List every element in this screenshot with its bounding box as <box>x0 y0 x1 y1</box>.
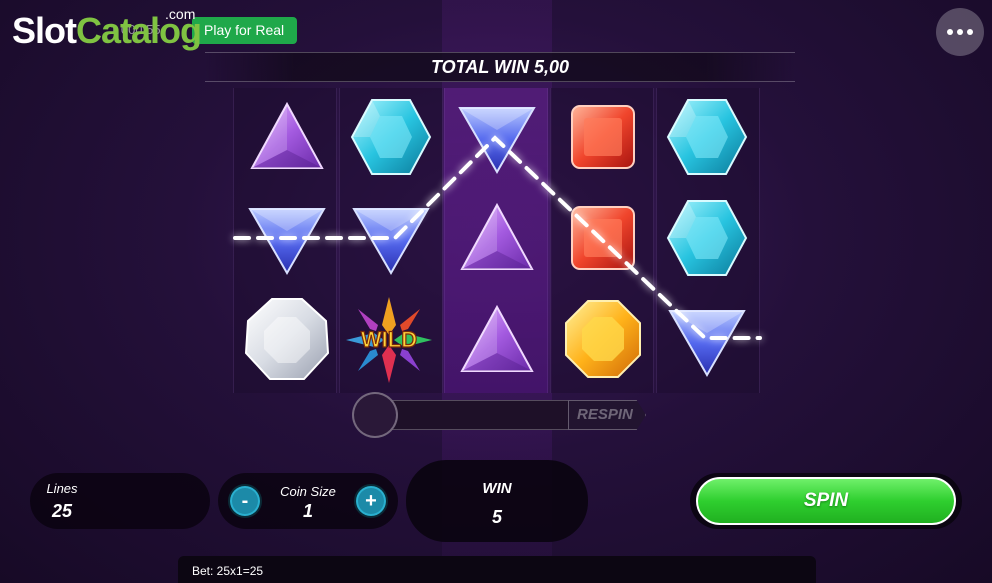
purple-triangle-gem-icon <box>242 92 332 182</box>
spin-button[interactable]: SPIN <box>696 477 956 525</box>
lines-panel: Lines 25 <box>30 473 210 529</box>
cyan-hexagon-gem-icon <box>346 92 436 182</box>
red-square-gem-icon <box>558 92 648 182</box>
purple-triangle-gem-icon <box>452 295 542 385</box>
lines-value: 25 <box>51 501 73 521</box>
respin-button[interactable]: RESPIN <box>568 400 646 430</box>
blue-inverted-triangle-gem-icon <box>452 92 542 182</box>
white-diamond-gem-icon <box>242 295 332 385</box>
brand-logo-slot: Slot <box>12 10 77 51</box>
orange-octagon-gem-icon <box>558 295 648 385</box>
win-label: WIN <box>482 480 512 497</box>
wild-symbol-icon: WILD <box>344 295 434 385</box>
respin-knob[interactable] <box>352 392 398 438</box>
respin-control[interactable]: RESPIN <box>352 392 652 438</box>
coin-size-value: 1 <box>302 501 313 521</box>
win-panel: WIN 5 <box>406 460 588 542</box>
bet-text: Bet: 25x1=25 <box>192 564 264 578</box>
bet-info-bar: Bet: 25x1=25 <box>178 556 816 583</box>
coin-size-minus-button[interactable]: - <box>228 484 262 518</box>
brand-logo-com: .com <box>165 6 196 22</box>
blue-inverted-triangle-gem-icon <box>662 295 752 385</box>
blue-inverted-triangle-gem-icon <box>242 193 332 283</box>
slot-game-screen: 1 000.55 Play for Real Slot Catalog .com… <box>0 0 992 583</box>
cyan-hexagon-gem-icon <box>662 193 752 283</box>
cyan-hexagon-gem-icon <box>662 92 752 182</box>
red-square-gem-icon <box>558 193 648 283</box>
purple-triangle-gem-icon <box>452 193 542 283</box>
win-value: 5 <box>491 507 502 527</box>
more-dots-icon[interactable] <box>936 8 984 56</box>
wild-label: WILD <box>361 327 417 352</box>
blue-inverted-triangle-gem-icon <box>346 193 436 283</box>
lines-label: Lines <box>46 481 78 496</box>
play-for-real-button[interactable]: Play for Real <box>192 17 297 44</box>
total-win-banner: TOTAL WIN 5,00 <box>205 52 795 82</box>
brand-logo: Slot Catalog .com <box>12 6 202 52</box>
coin-size-label: Coin Size <box>280 484 336 499</box>
coin-size-panel: - Coin Size 1 + <box>218 473 398 529</box>
spin-button-frame: SPIN <box>690 473 962 529</box>
coin-size-plus-button[interactable]: + <box>354 484 388 518</box>
